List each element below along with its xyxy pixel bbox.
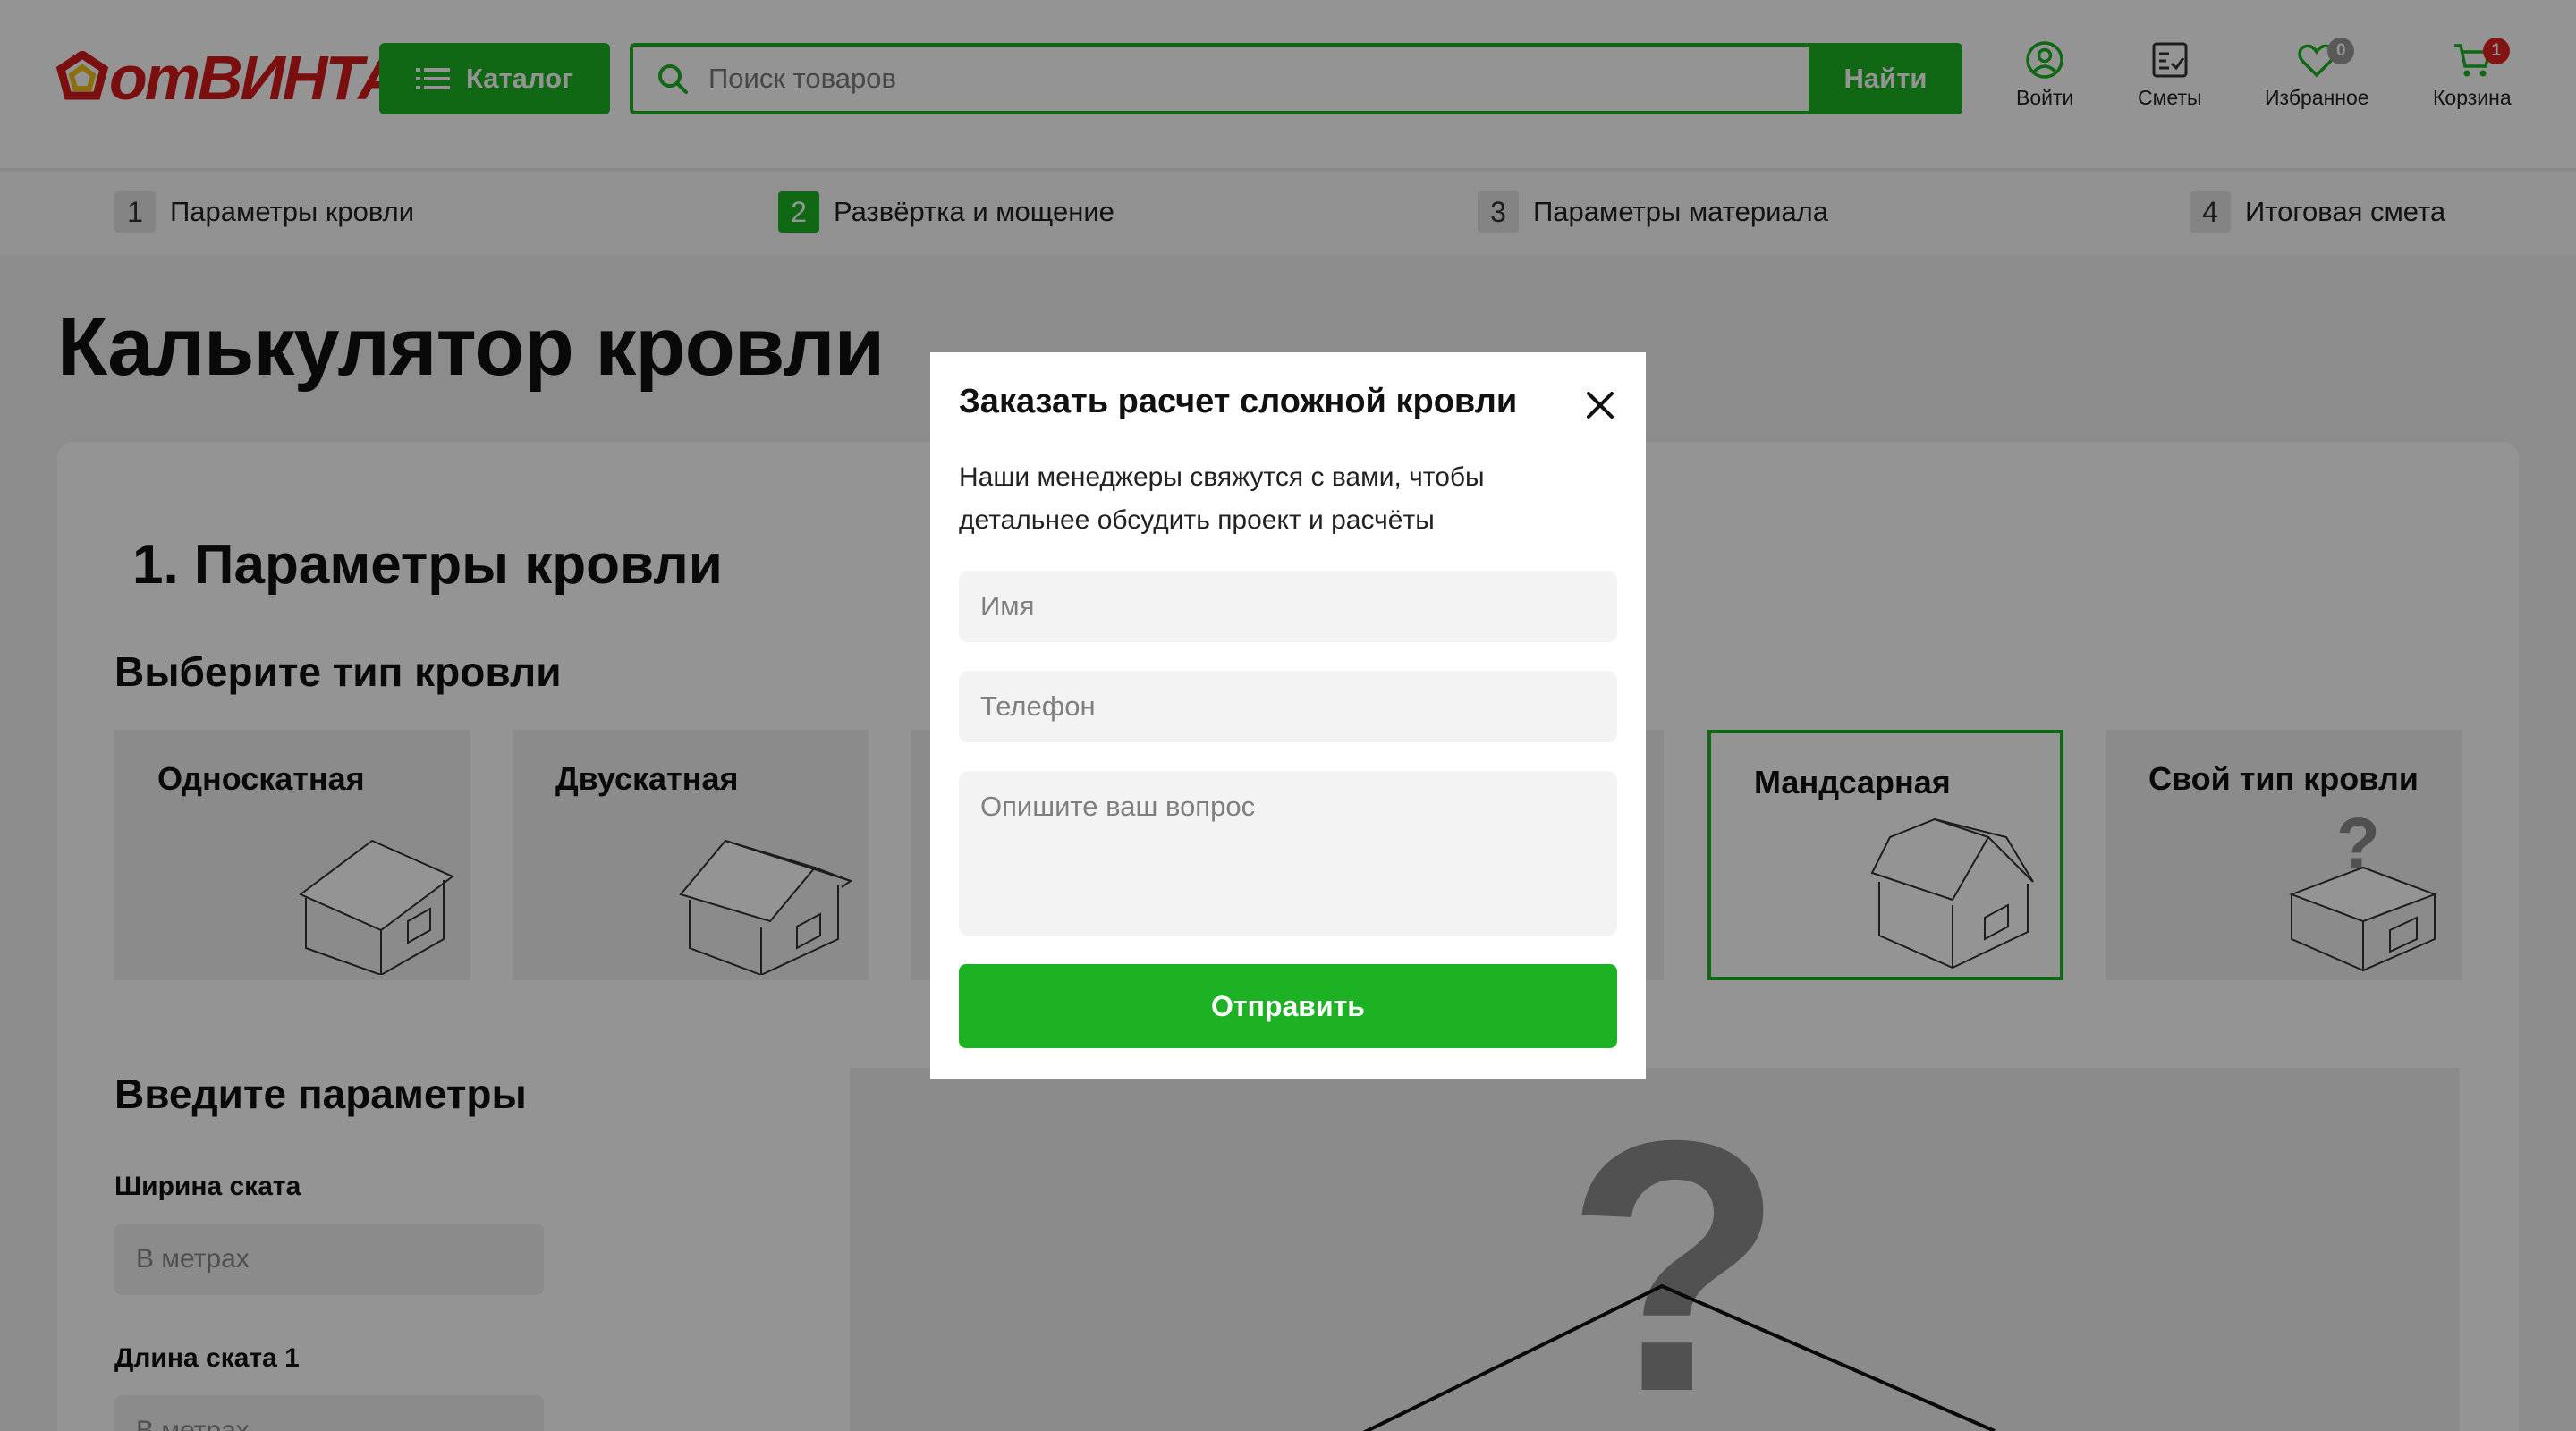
close-icon <box>1587 392 1614 419</box>
name-input[interactable] <box>959 571 1617 642</box>
modal-title: Заказать расчет сложной кровли <box>959 383 1518 420</box>
phone-input[interactable] <box>959 671 1617 742</box>
question-textarea[interactable] <box>959 771 1617 936</box>
submit-button[interactable]: Отправить <box>959 964 1617 1048</box>
modal-close-button[interactable] <box>1581 386 1619 424</box>
modal-description: Наши менеджеры свяжутся с вами, чтобы де… <box>959 462 1485 535</box>
complex-roof-order-modal: Заказать расчет сложной кровли Наши мене… <box>930 352 1646 1079</box>
